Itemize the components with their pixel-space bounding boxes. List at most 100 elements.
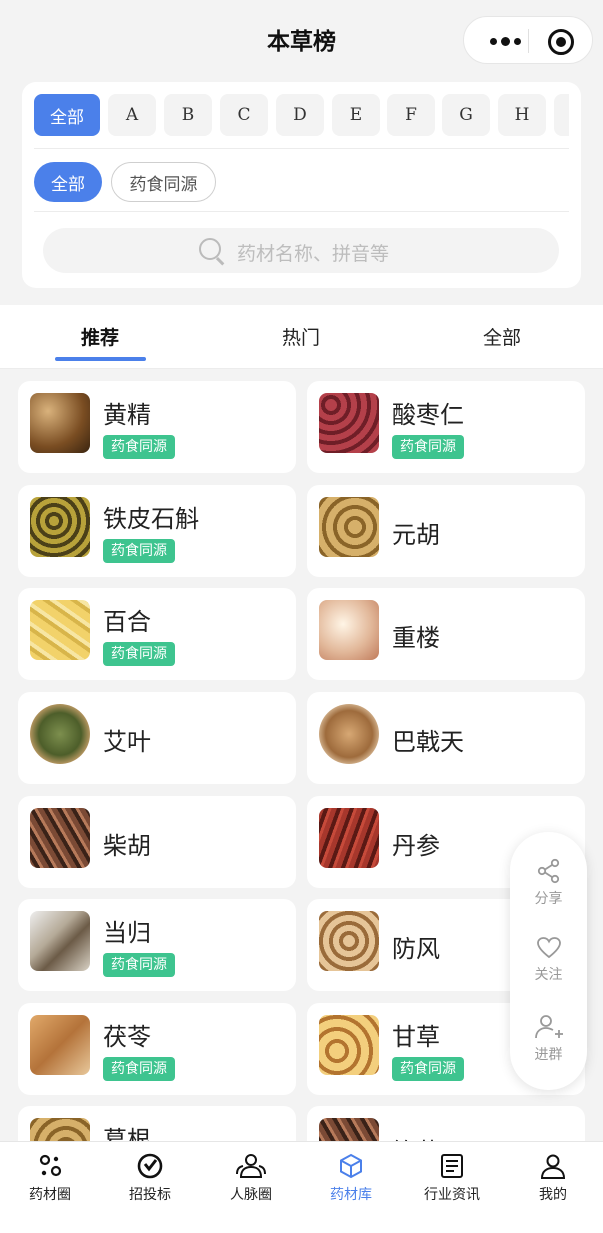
herb-card[interactable]: 元胡	[307, 485, 585, 577]
herb-card[interactable]: 钩藤	[307, 1106, 585, 1141]
letter-filter-next[interactable]	[554, 94, 569, 136]
share-label: 分享	[534, 891, 563, 907]
herb-name: 巴戟天	[392, 728, 464, 756]
herb-name: 钩藤	[392, 1132, 440, 1141]
nav-item-herb-library[interactable]: 药材库	[301, 1152, 401, 1204]
bidding-icon	[137, 1153, 163, 1179]
letter-filter-b[interactable]: B	[164, 94, 212, 136]
herb-image	[319, 911, 379, 971]
herb-name: 酸枣仁	[392, 401, 464, 429]
letter-filter-c[interactable]: C	[220, 94, 268, 136]
nav-label: 人脉圈	[230, 1187, 272, 1203]
nav-item-bidding[interactable]: 招投标	[100, 1152, 200, 1204]
letter-filter-row: 全部 A B C D E F G H	[34, 94, 569, 136]
letter-filter-all[interactable]: 全部	[34, 94, 100, 136]
ranking-tabs: 推荐 热门 全部	[0, 305, 603, 369]
letter-filter-f[interactable]: F	[387, 94, 435, 136]
herb-card[interactable]: 百合 药食同源	[18, 588, 296, 680]
filter-card: 全部 A B C D E F G H 全部 药食同源 药材名称、拼音等	[22, 82, 581, 288]
letter-filter-g[interactable]: G	[442, 94, 490, 136]
nav-label: 药材圈	[29, 1187, 71, 1203]
herb-card[interactable]: 艾叶	[18, 692, 296, 784]
network-icon	[236, 1154, 266, 1178]
floating-action-panel: 分享 关注 进群	[510, 832, 587, 1090]
user-icon	[540, 1154, 566, 1179]
herb-tag: 药食同源	[392, 435, 464, 459]
search-icon	[199, 238, 221, 260]
herb-name: 丹参	[392, 832, 440, 860]
herb-card[interactable]: 柴胡	[18, 796, 296, 888]
nav-label: 招投标	[129, 1187, 171, 1203]
tab-active-indicator	[55, 357, 146, 361]
herb-name: 柴胡	[103, 832, 151, 860]
herb-image	[319, 393, 379, 453]
category-chip-all[interactable]: 全部	[34, 162, 102, 202]
herb-name: 百合	[103, 608, 151, 636]
herb-tag: 药食同源	[103, 642, 175, 666]
herb-image	[30, 808, 90, 868]
herb-tag: 药食同源	[103, 953, 175, 977]
nav-item-network[interactable]: 人脉圈	[201, 1152, 301, 1204]
nav-label: 行业资讯	[424, 1187, 480, 1203]
follow-label: 关注	[534, 967, 563, 983]
herb-tag: 药食同源	[103, 539, 175, 563]
nav-label: 我的	[539, 1187, 567, 1203]
herb-name: 黄精	[103, 401, 151, 429]
follow-button[interactable]: 关注	[510, 936, 587, 984]
share-button[interactable]: 分享	[510, 858, 587, 908]
herb-image	[30, 1118, 90, 1141]
herb-card[interactable]: 当归 药食同源	[18, 899, 296, 991]
category-chip-food-medicine[interactable]: 药食同源	[111, 162, 216, 202]
herb-card[interactable]: 铁皮石斛 药食同源	[18, 485, 296, 577]
herb-name: 甘草	[392, 1023, 440, 1051]
herb-card[interactable]: 葛根	[18, 1106, 296, 1141]
herb-name: 艾叶	[103, 728, 151, 756]
letter-filter-d[interactable]: D	[276, 94, 324, 136]
herb-tag: 药食同源	[103, 1057, 175, 1081]
herb-image	[319, 704, 379, 764]
herb-image	[319, 497, 379, 557]
herb-tag: 药食同源	[392, 1057, 464, 1081]
nav-label: 药材库	[330, 1187, 372, 1203]
herb-card[interactable]: 重楼	[307, 588, 585, 680]
herb-name: 元胡	[392, 521, 440, 549]
herb-image	[30, 497, 90, 557]
letter-filter-e[interactable]: E	[332, 94, 380, 136]
nav-item-industry-news[interactable]: 行业资讯	[402, 1152, 502, 1204]
divider	[34, 148, 569, 149]
cube-icon	[340, 1153, 362, 1179]
mini-program-capsule	[463, 16, 593, 64]
herb-image	[319, 808, 379, 868]
herb-name: 茯苓	[103, 1023, 151, 1051]
join-group-button[interactable]: 进群	[510, 1014, 587, 1064]
join-group-label: 进群	[534, 1047, 563, 1063]
herb-tag: 药食同源	[103, 435, 175, 459]
herb-image	[30, 600, 90, 660]
close-target-icon[interactable]	[548, 29, 574, 55]
letter-filter-a[interactable]: A	[108, 94, 156, 136]
herb-image	[30, 1015, 90, 1075]
tab-hot[interactable]: 热门	[241, 323, 361, 350]
herb-image	[319, 1118, 379, 1141]
letter-filter-h[interactable]: H	[498, 94, 546, 136]
herb-card[interactable]: 酸枣仁 药食同源	[307, 381, 585, 473]
nav-item-mine[interactable]: 我的	[503, 1152, 603, 1204]
herb-image	[30, 393, 90, 453]
herb-name: 当归	[103, 919, 151, 947]
capsule-divider	[528, 29, 529, 53]
herb-card[interactable]: 巴戟天	[307, 692, 585, 784]
herb-card[interactable]: 茯苓 药食同源	[18, 1003, 296, 1095]
herb-image	[30, 704, 90, 764]
nav-item-herb-circle[interactable]: 药材圈	[0, 1152, 100, 1204]
tab-recommended[interactable]: 推荐	[40, 323, 160, 350]
herb-image	[30, 911, 90, 971]
herb-name: 重楼	[392, 624, 440, 652]
herb-card[interactable]: 黄精 药食同源	[18, 381, 296, 473]
divider	[34, 211, 569, 212]
herb-name: 防风	[392, 935, 440, 963]
herb-circle-icon	[39, 1154, 62, 1177]
tab-all[interactable]: 全部	[442, 323, 562, 350]
more-icon[interactable]	[482, 29, 528, 53]
herb-image	[319, 1015, 379, 1075]
search-input[interactable]: 药材名称、拼音等	[43, 228, 559, 273]
